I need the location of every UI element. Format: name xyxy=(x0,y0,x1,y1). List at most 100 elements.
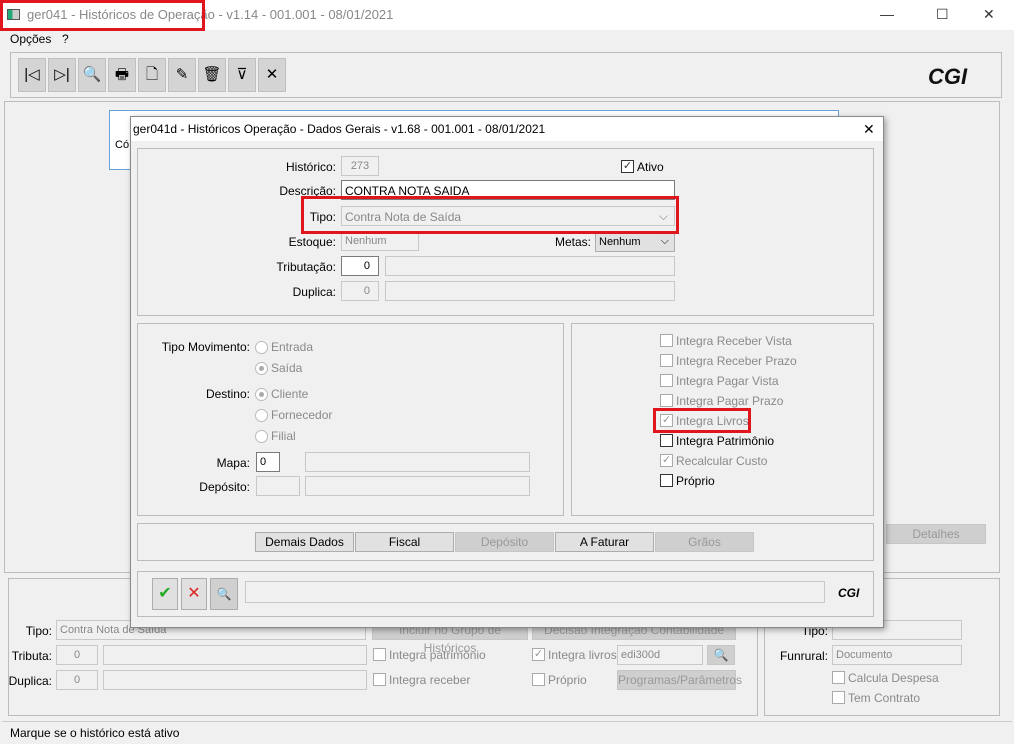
tipo-movimento-radio-0[interactable] xyxy=(255,341,268,354)
check-label: Integra Receber Vista xyxy=(676,334,792,348)
check-0-checkbox[interactable] xyxy=(660,334,673,347)
deposito-label: Depósito: xyxy=(199,480,250,494)
minimize-button[interactable]: — xyxy=(880,6,894,22)
tributacao-label: Tributação: xyxy=(276,260,336,274)
destino-radio-2[interactable] xyxy=(255,430,268,443)
check-1-checkbox[interactable] xyxy=(660,354,673,367)
filter-icon: ⊽ xyxy=(236,66,248,83)
check-6-checkbox[interactable]: ✓ xyxy=(660,454,673,467)
destino-option: Filial xyxy=(271,429,296,443)
duplica-field[interactable]: 0 xyxy=(56,670,98,690)
check-label: Recalcular Custo xyxy=(676,454,768,468)
destino-radio-1[interactable] xyxy=(255,409,268,422)
integra-receber-label: Integra receber xyxy=(389,673,471,687)
tab-1[interactable]: Fiscal xyxy=(355,532,454,552)
proprio-checkbox[interactable] xyxy=(532,673,545,686)
detalhes-button[interactable]: Detalhes xyxy=(886,524,986,544)
integra-livros-checkbox[interactable]: ✓ xyxy=(532,648,545,661)
ativo-checkbox[interactable]: ✓ xyxy=(621,160,634,173)
tributa-label: Tributa: xyxy=(11,649,52,663)
integra-patrimonio-checkbox[interactable] xyxy=(373,648,386,661)
maximize-button[interactable]: ☐ xyxy=(936,6,949,23)
toolbar-search-button[interactable]: 🔍 xyxy=(78,58,106,92)
edi-search-button[interactable]: 🔍 xyxy=(707,645,735,665)
ativo-label: Ativo xyxy=(637,160,664,174)
tab-4[interactable]: Grãos xyxy=(655,532,754,552)
deposito-field[interactable] xyxy=(256,476,300,496)
grid-header: Có xyxy=(115,139,130,151)
menu-help[interactable]: ? xyxy=(62,32,69,46)
mapa-label: Mapa: xyxy=(216,456,250,470)
chevron-down-icon: ⌵ xyxy=(660,235,669,247)
delete-icon: 🗑 xyxy=(202,66,222,83)
check-label: Integra Patrimônio xyxy=(676,434,775,448)
integra-livros-label: Integra livros xyxy=(548,648,617,662)
toolbar-edit-button[interactable]: ✎ xyxy=(168,58,196,92)
integra-receber-checkbox[interactable] xyxy=(373,673,386,686)
metas-select[interactable]: Nenhum ⌵ xyxy=(595,232,675,252)
destino-option: Fornecedor xyxy=(271,408,333,422)
destino-label: Destino: xyxy=(205,387,250,401)
dialog-title: ger041d - Históricos Operação - Dados Ge… xyxy=(133,122,546,136)
funrural-select[interactable]: Documento xyxy=(832,645,962,665)
mapa-desc xyxy=(305,452,530,472)
new-icon: 🗋 xyxy=(145,66,159,83)
duplica-field[interactable]: 0 xyxy=(341,281,379,301)
check-5-checkbox[interactable] xyxy=(660,434,673,447)
tributa-field[interactable]: 0 xyxy=(56,645,98,665)
dialog-cgi-logo: CGI xyxy=(838,586,860,600)
first-icon: |◁ xyxy=(24,66,40,83)
check-label: Integra Receber Prazo xyxy=(676,354,797,368)
funrural-label: Funrural: xyxy=(779,649,828,663)
historico-field[interactable]: 273 xyxy=(341,156,379,176)
edit-icon: ✎ xyxy=(175,66,189,83)
tipo-movimento-radio-1[interactable] xyxy=(255,362,268,375)
check-7-checkbox[interactable] xyxy=(660,474,673,487)
duplica-label: Duplica: xyxy=(292,285,336,299)
programas-button[interactable]: Programas/Parâmetros xyxy=(617,670,742,690)
destino-radio-0[interactable] xyxy=(255,388,268,401)
tributacao-input[interactable]: 0 xyxy=(341,256,379,276)
toolbar-print-button[interactable]: 🖶 xyxy=(108,58,136,92)
check-label: Integra Pagar Vista xyxy=(676,374,779,388)
metas-value: Nenhum xyxy=(599,236,641,248)
tipo-movimento-option: Saída xyxy=(271,361,303,375)
dialog-close-button[interactable]: ✕ xyxy=(863,121,875,138)
tem-contrato-label: Tem Contrato xyxy=(848,691,921,705)
close-button[interactable]: ✕ xyxy=(983,6,995,23)
check-label: Próprio xyxy=(676,474,715,488)
tab-3[interactable]: A Faturar xyxy=(555,532,654,552)
toolbar-delete-button[interactable]: 🗑 xyxy=(198,58,226,92)
tem-contrato-checkbox[interactable] xyxy=(832,691,845,704)
search-icon: 🔍 xyxy=(82,66,102,83)
toolbar-last-button[interactable]: ▷| xyxy=(48,58,76,92)
calcula-despesa-checkbox[interactable] xyxy=(832,671,845,684)
toolbar-filter-button[interactable]: ⊽ xyxy=(228,58,256,92)
estoque-label: Estoque: xyxy=(288,235,336,249)
menu-opcoes[interactable]: Opções xyxy=(10,32,51,46)
tipo-movimento-label: Tipo Movimento: xyxy=(161,340,250,354)
tributa-desc xyxy=(103,645,367,665)
tipo-label: Tipo: xyxy=(25,624,52,638)
check-2-checkbox[interactable] xyxy=(660,374,673,387)
tab-2[interactable]: Depósito xyxy=(455,532,554,552)
toolbar-first-button[interactable]: |◁ xyxy=(18,58,46,92)
toolbar-new-button[interactable]: 🗋 xyxy=(138,58,166,92)
proprio-label: Próprio xyxy=(548,673,587,687)
check-3-checkbox[interactable] xyxy=(660,394,673,407)
last-icon: ▷| xyxy=(54,66,70,83)
edi-select[interactable]: edi300d xyxy=(617,645,703,665)
check-label: Integra Pagar Prazo xyxy=(676,394,784,408)
toolbar-cancel-button[interactable]: ✕ xyxy=(258,58,286,92)
search-button[interactable]: 🔍 xyxy=(210,578,238,610)
check-icon: ✔ xyxy=(158,585,172,602)
cancel-button[interactable]: ✕ xyxy=(181,578,207,610)
print-icon: 🖶 xyxy=(114,66,130,83)
ok-button[interactable]: ✔ xyxy=(152,578,178,610)
estoque-field[interactable]: Nenhum xyxy=(341,231,419,251)
tab-0[interactable]: Demais Dados xyxy=(255,532,354,552)
mapa-input[interactable]: 0 xyxy=(256,452,280,472)
cancel-icon: ✕ xyxy=(265,66,279,83)
metas-label: Metas: xyxy=(554,235,591,249)
tipo-movimento-option: Entrada xyxy=(271,340,314,354)
